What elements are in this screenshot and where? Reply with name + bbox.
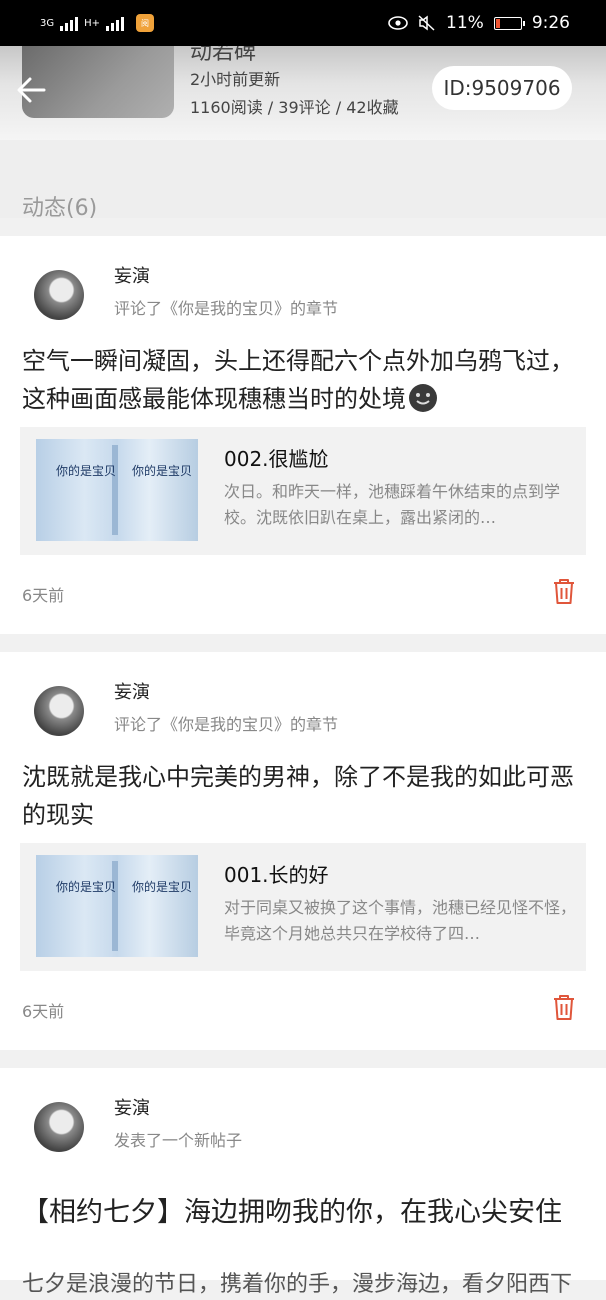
activity-action: 评论了《你是我的宝贝》的章节 — [114, 299, 339, 318]
activity-action: 发表了一个新帖子 — [114, 1131, 243, 1150]
book-update-time: 2小时前更新 — [190, 70, 281, 89]
comment-text: 空气一瞬间凝固，头上还得配六个点外加乌鸦飞过，这种画面感最能体现穗穗当时的处境 — [22, 342, 582, 418]
book-stats: 1160阅读 / 39评论 / 42收藏 — [190, 98, 399, 117]
timestamp: 6天前 — [22, 1002, 65, 1021]
chapter-preview[interactable]: 你的是宝贝 你的是宝贝 002.很尴尬 次日。和昨天一样，池穗踩着午休结束的点到… — [20, 427, 586, 555]
post-title[interactable]: 【相约七夕】海边拥吻我的你，在我心尖安住 — [22, 1192, 582, 1234]
comment-text: 沈既就是我心中完美的男神，除了不是我的如此可恶的现实 — [22, 763, 574, 829]
post-excerpt: 七夕是浪漫的节日，携着你的手，漫步海边，看夕阳西下 — [22, 1272, 573, 1297]
battery-percent: 11% — [446, 13, 484, 33]
book-cover-image: 你的是宝贝 你的是宝贝 — [36, 855, 198, 957]
avatar[interactable] — [34, 686, 84, 736]
status-left: 3G H+ 阅 — [40, 14, 155, 32]
chapter-excerpt: 对于同桌又被换了这个事情，池穗已经见怪不怪，毕竟这个月她总共只在学校待了四… — [224, 898, 577, 943]
chapter-preview[interactable]: 你的是宝贝 你的是宝贝 001.长的好 对于同桌又被换了这个事情，池穗已经见怪不… — [20, 843, 586, 971]
app-notification-icon: 阅 — [136, 14, 155, 32]
book-cover-image: 你的是宝贝 你的是宝贝 — [36, 439, 198, 541]
signal-icon-2 — [106, 15, 125, 31]
chapter-title: 001.长的好 — [224, 863, 329, 887]
username[interactable]: 妄演 — [114, 262, 150, 288]
network-3g-label: 3G — [40, 17, 55, 29]
smiling-face-icon — [409, 384, 437, 412]
cover-title-back: 你的是宝贝 — [132, 880, 193, 894]
avatar[interactable] — [34, 1102, 84, 1152]
cover-title: 你的是宝贝 — [56, 880, 117, 894]
cover-title: 你的是宝贝 — [56, 464, 117, 478]
avatar[interactable] — [34, 270, 84, 320]
battery-icon — [493, 16, 525, 30]
feed-card[interactable]: 妄演 发表了一个新帖子 【相约七夕】海边拥吻我的你，在我心尖安住 七夕是浪漫的节… — [0, 1068, 606, 1297]
eye-icon — [388, 16, 408, 30]
status-right: 11% 9:26 — [388, 13, 570, 33]
comment-body: 空气一瞬间凝固，头上还得配六个点外加乌鸦飞过，这种画面感最能体现穗穗当时的处境 — [22, 347, 574, 413]
feed-card[interactable]: 妄演 评论了《你是我的宝贝》的章节 沈既就是我心中完美的男神，除了不是我的如此可… — [0, 652, 606, 1050]
section-title: 动态(6) — [22, 196, 98, 221]
username[interactable]: 妄演 — [114, 678, 150, 704]
activity-action: 评论了《你是我的宝贝》的章节 — [114, 715, 339, 734]
signal-icon — [60, 15, 79, 31]
network-hplus-label: H+ — [84, 17, 101, 29]
timestamp: 6天前 — [22, 586, 65, 605]
chapter-excerpt: 次日。和昨天一样，池穗踩着午休结束的点到学校。沈既依旧趴在桌上，露出紧闭的… — [224, 482, 561, 527]
book-id-badge[interactable]: ID:9509706 — [432, 66, 572, 110]
status-bar: 3G H+ 阅 11% 9:26 — [0, 0, 606, 46]
book-header: 动若碑 2小时前更新 1160阅读 / 39评论 / 42收藏 ID:95097… — [0, 40, 606, 140]
chapter-title: 002.很尴尬 — [224, 447, 329, 471]
trash-icon[interactable] — [552, 993, 576, 1021]
mute-icon — [418, 15, 435, 31]
cover-title-back: 你的是宝贝 — [132, 464, 193, 478]
feed-card[interactable]: 妄演 评论了《你是我的宝贝》的章节 空气一瞬间凝固，头上还得配六个点外加乌鸦飞过… — [0, 236, 606, 634]
back-arrow-icon[interactable] — [14, 72, 50, 108]
username[interactable]: 妄演 — [114, 1094, 150, 1120]
clock: 9:26 — [531, 13, 570, 33]
trash-icon[interactable] — [552, 577, 576, 605]
